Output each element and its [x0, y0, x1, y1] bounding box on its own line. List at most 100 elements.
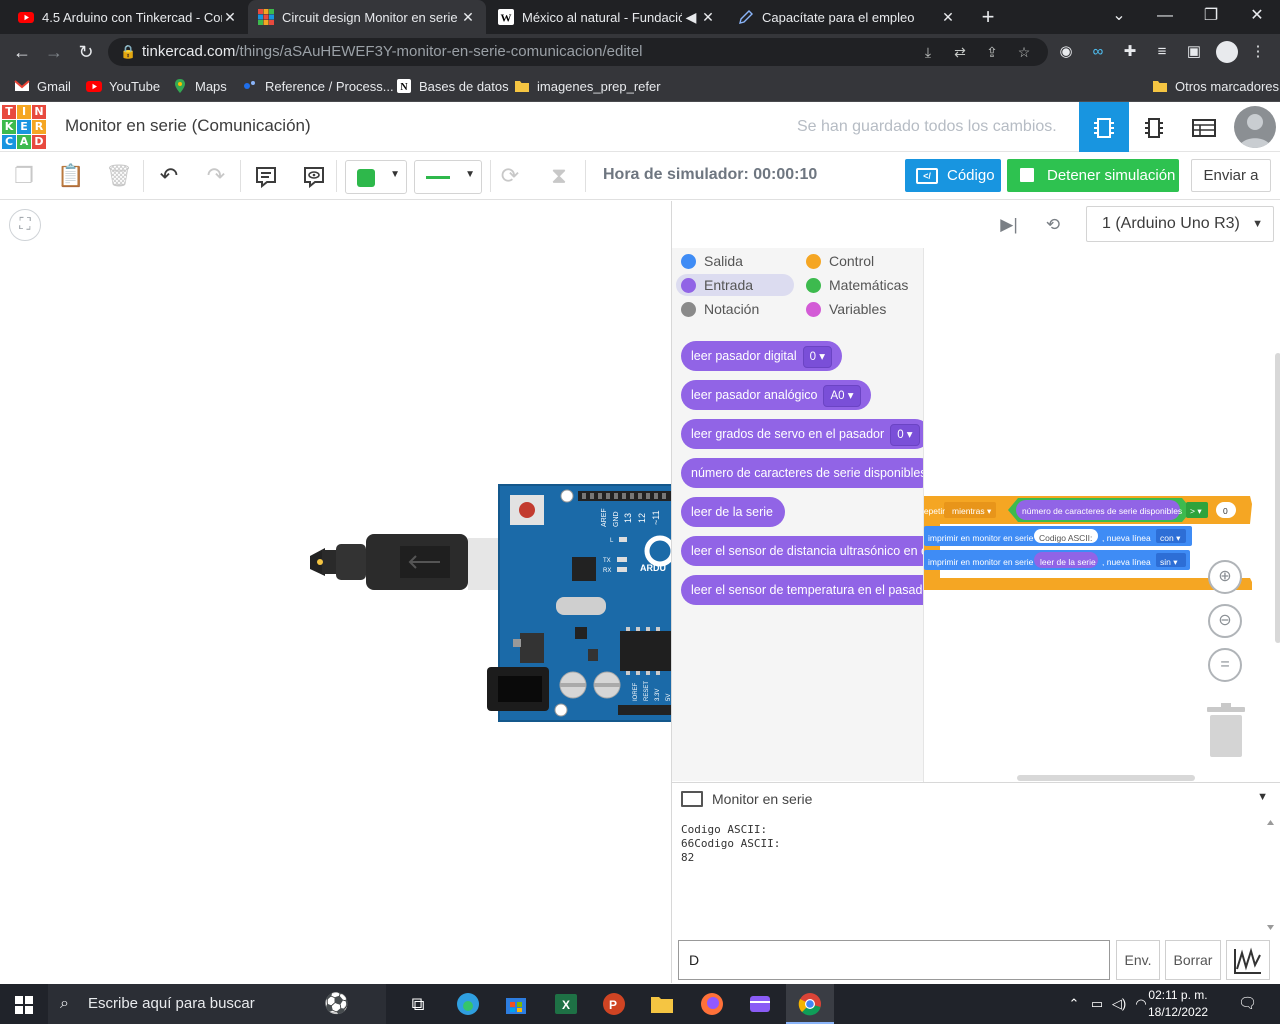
store-icon[interactable] [502, 990, 530, 1018]
bookmark-otros[interactable]: Otros marcadores [1152, 76, 1279, 96]
color-picker[interactable]: ▼ [345, 160, 407, 194]
workspace-vertical-scrollbar[interactable] [1275, 353, 1280, 643]
newline-dropdown[interactable]: sin ▾ [1160, 557, 1178, 568]
pin-dropdown[interactable]: A0 ▾ [823, 385, 861, 407]
battery-icon[interactable]: ▭ [1088, 995, 1106, 1013]
close-icon[interactable]: ✕ [700, 9, 716, 26]
media-queue-icon[interactable]: ≡ [1152, 42, 1172, 62]
blocks-workspace[interactable]: repetir mientras ▾ número de caracteres … [923, 248, 1280, 782]
block-read-digital-pin[interactable]: leer pasador digital 0 ▾ [681, 341, 842, 371]
notes-icon[interactable] [250, 160, 282, 192]
zoom-reset-icon[interactable]: = [1208, 648, 1242, 682]
category-control[interactable]: Control [801, 250, 919, 272]
user-avatar[interactable] [1234, 106, 1276, 148]
translate-icon[interactable]: ⇄ [950, 42, 970, 62]
new-tab-button[interactable]: + [976, 4, 1000, 30]
window-close-button[interactable]: ✕ [1234, 0, 1280, 34]
category-matematicas[interactable]: Matemáticas [801, 274, 919, 296]
restore-button[interactable]: ❐ [1188, 0, 1234, 34]
minimize-button[interactable]: — [1142, 0, 1188, 34]
category-salida[interactable]: Salida [676, 250, 794, 272]
notification-icon[interactable]: 🗨 [1238, 995, 1257, 1013]
circuit-canvas[interactable]: ⛶ AREF GND 13 12 ~11 L TX RX ARDU IOREF … [0, 201, 671, 983]
device-select[interactable]: 1 (Arduino Uno R3) ▼ [1086, 206, 1274, 242]
speaker-icon[interactable]: ◀︎ [682, 9, 700, 26]
close-icon[interactable]: ✕ [460, 9, 476, 26]
pin-dropdown[interactable]: 0 ▾ [890, 424, 920, 446]
serial-output-scrollbar[interactable] [1264, 817, 1277, 933]
bookmark-maps[interactable]: Maps [172, 76, 227, 96]
close-icon[interactable]: ✕ [222, 9, 238, 26]
forward-icon[interactable]: → [42, 40, 66, 64]
firefox-icon[interactable] [698, 990, 726, 1018]
step-icon[interactable]: ▶︎| [997, 213, 1021, 237]
extension-icon[interactable]: ◉ [1056, 42, 1076, 62]
block-temperature-sensor[interactable]: leer el sensor de temperatura en el pasa… [681, 575, 923, 605]
reload-icon[interactable]: ↻ [74, 40, 98, 64]
url-field[interactable]: 🔒 tinkercad.com/things/aSAuHEWEF3Y-monit… [108, 38, 1048, 66]
schematic-view-button[interactable] [1129, 102, 1179, 152]
tab-capacitate[interactable]: Capacítate para el empleo ✕ [728, 0, 966, 34]
undo-icon[interactable]: ↶ [153, 160, 185, 192]
arduino-board-illustration[interactable]: AREF GND 13 12 ~11 L TX RX ARDU IOREF RE… [0, 201, 671, 983]
excel-icon[interactable]: X [552, 990, 580, 1018]
block-ultrasonic-distance[interactable]: leer el sensor de distancia ultrasónico … [681, 536, 923, 566]
repeat-mode-dropdown[interactable]: mientras ▾ [952, 506, 991, 517]
block-read-analog-pin[interactable]: leer pasador analógico A0 ▾ [681, 380, 871, 410]
block-read-servo-degrees[interactable]: leer grados de servo en el pasador 0 ▾ [681, 419, 923, 449]
bookmark-reference[interactable]: Reference / Process... [242, 76, 394, 96]
print-block-label[interactable]: imprimir en monitor en serie [928, 557, 1033, 567]
serial-clear-button[interactable]: Borrar [1165, 940, 1221, 980]
print-text-value[interactable]: Codigo ASCII: [1039, 533, 1092, 543]
zoom-out-icon[interactable]: ⊖ [1208, 604, 1242, 638]
repeat-while-block[interactable]: repetir mientras ▾ número de caracteres … [924, 496, 1252, 592]
wire-type-picker[interactable]: ▼ [414, 160, 482, 194]
close-icon[interactable]: ✕ [940, 9, 956, 26]
menu-icon[interactable]: ⋮ [1248, 42, 1268, 62]
pin-dropdown[interactable]: 0 ▾ [802, 346, 832, 368]
tab-mexico[interactable]: W México al natural - Fundació ◀︎ ✕ [488, 0, 726, 34]
share-icon[interactable]: ⇪ [982, 42, 1002, 62]
trash-icon[interactable] [1207, 703, 1245, 757]
arduino-uno-board[interactable]: AREF GND 13 12 ~11 L TX RX ARDU IOREF RE… [487, 484, 671, 722]
file-explorer-icon[interactable] [648, 990, 676, 1018]
category-variables[interactable]: Variables [801, 298, 919, 320]
workspace-horizontal-scrollbar[interactable] [1017, 775, 1195, 781]
read-serial-block[interactable]: leer de la serie [1040, 557, 1096, 567]
component-list-button[interactable] [1179, 102, 1229, 152]
paste-icon[interactable]: 📋 [55, 160, 87, 192]
tab-search-icon[interactable]: ⌄ [1096, 0, 1142, 34]
volume-icon[interactable]: ◁) [1110, 995, 1128, 1013]
delete-icon[interactable]: 🗑 [103, 160, 135, 192]
block-read-serial[interactable]: leer de la serie [681, 497, 785, 527]
tab-tinkercad[interactable]: Circuit design Monitor en serie (C ✕ [248, 0, 486, 34]
bookmark-youtube[interactable]: YouTube [86, 76, 160, 96]
serial-send-button[interactable]: Env. [1116, 940, 1160, 980]
tab-youtube[interactable]: 4.5 Arduino con Tinkercad - Com ✕ [8, 0, 248, 34]
profile-avatar[interactable] [1216, 41, 1238, 63]
print-block-label[interactable]: imprimir en monitor en serie [928, 533, 1033, 543]
powerpoint-icon[interactable]: P [600, 990, 628, 1018]
circuit-view-button[interactable] [1079, 102, 1129, 152]
operator-dropdown[interactable]: > ▾ [1190, 506, 1202, 517]
operand-value[interactable]: 0 [1223, 506, 1228, 516]
bookmark-imagenes[interactable]: imagenes_prep_refer [514, 76, 661, 96]
debug-icon[interactable]: ⟲ [1041, 213, 1065, 237]
side-panel-icon[interactable]: ▣ [1184, 42, 1204, 62]
category-notacion[interactable]: Notación [676, 298, 794, 320]
tinkercad-logo[interactable]: T I N K E R C A D [2, 105, 46, 149]
copy-icon[interactable]: ❐ [8, 160, 40, 192]
bookmark-gmail[interactable]: Gmail [14, 76, 71, 96]
bookmark-bases[interactable]: N Bases de datos [396, 76, 509, 96]
taskbar-chrome-active[interactable] [786, 984, 834, 1024]
edge-icon[interactable] [454, 990, 482, 1018]
newline-dropdown[interactable]: con ▾ [1160, 533, 1180, 544]
flip-icon[interactable]: ⧗ [543, 160, 575, 192]
chevron-down-icon[interactable]: ▼ [1257, 791, 1268, 803]
windows-start-icon[interactable] [15, 996, 33, 1014]
install-icon[interactable]: ⤓ [918, 42, 938, 62]
condition-serial-available[interactable]: número de caracteres de serie disponible… [1022, 506, 1182, 516]
block-serial-available[interactable]: número de caracteres de serie disponible… [681, 458, 923, 488]
category-entrada[interactable]: Entrada [676, 274, 794, 296]
zoom-in-icon[interactable]: ⊕ [1208, 560, 1242, 594]
